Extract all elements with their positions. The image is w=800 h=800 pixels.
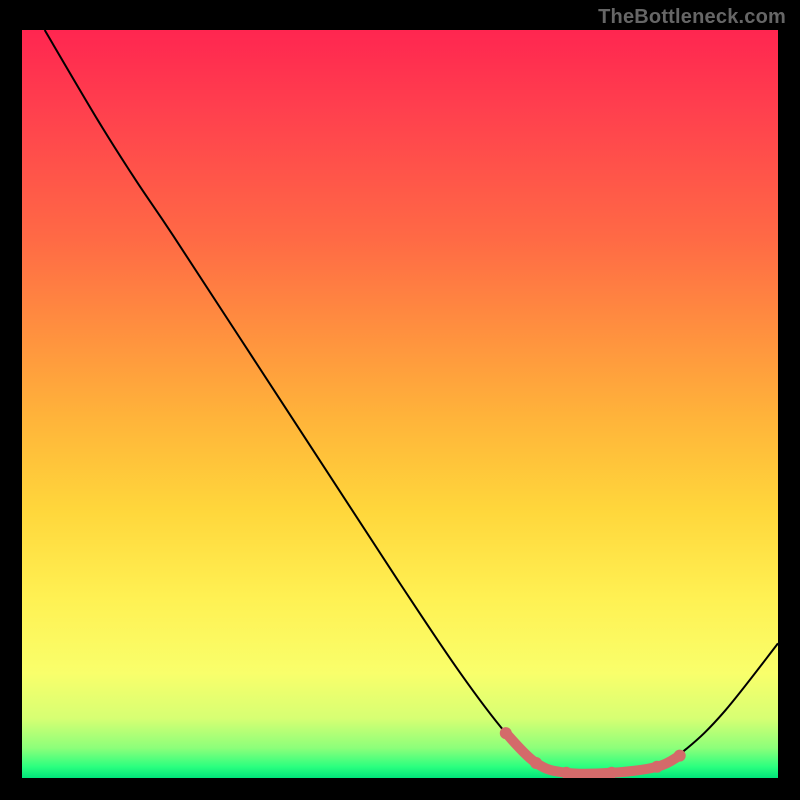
optimal-point	[651, 761, 663, 773]
optimal-point	[500, 727, 512, 739]
optimal-point	[530, 757, 542, 769]
chart-stage: TheBottleneck.com	[0, 0, 800, 800]
plot-area	[22, 30, 778, 778]
bottleneck-curve	[45, 30, 778, 776]
plot-svg	[22, 30, 778, 778]
optimal-point	[674, 750, 686, 762]
watermark-text: TheBottleneck.com	[598, 6, 786, 29]
